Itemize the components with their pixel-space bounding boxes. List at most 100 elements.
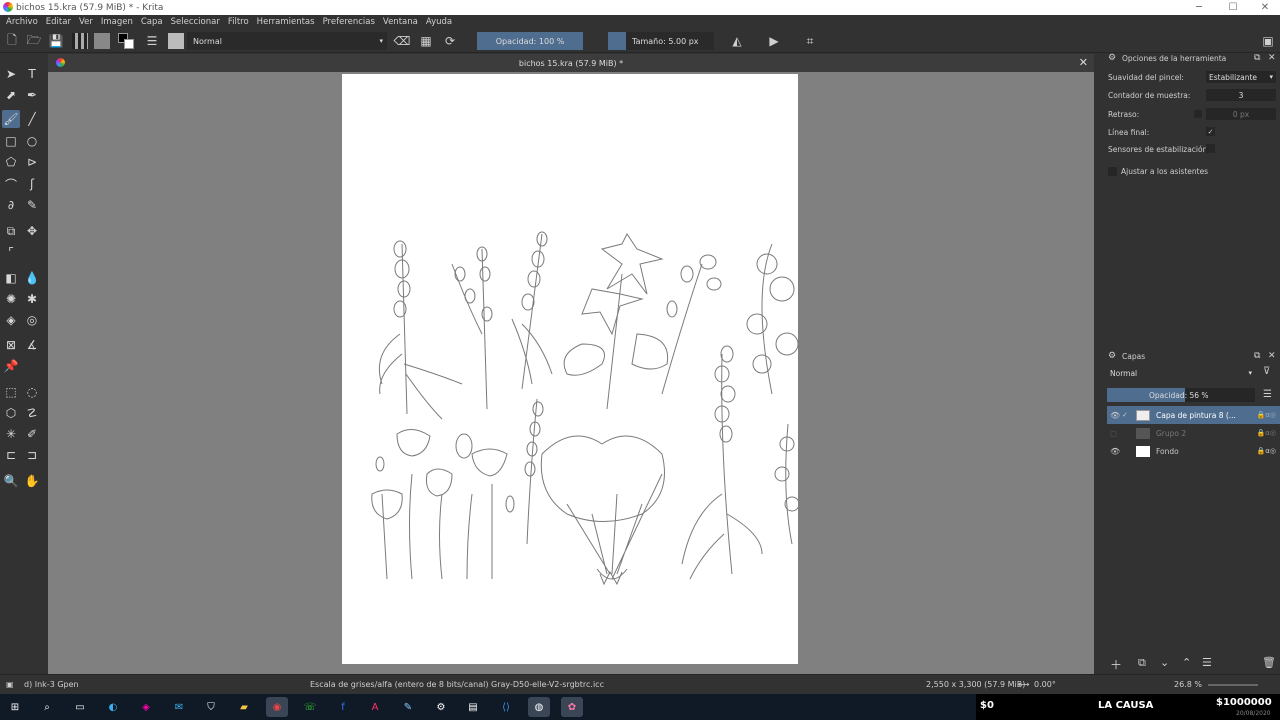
pan-tool-icon[interactable]: ✋ xyxy=(23,472,41,490)
windows-start-icon[interactable]: ⊞ xyxy=(4,697,26,717)
calligraphy-tool-icon[interactable]: ✒ xyxy=(23,86,41,104)
stabilizer-sensors-checkbox[interactable] xyxy=(1206,144,1215,153)
zoom-tool-icon[interactable]: 🔍 xyxy=(2,472,20,490)
snap-assistants-checkbox[interactable] xyxy=(1108,167,1117,176)
lock-icon[interactable]: 🔒α◎ xyxy=(1257,447,1276,455)
layer-blend-mode-select[interactable]: Normal ▾ xyxy=(1107,367,1255,379)
delete-layer-icon[interactable]: 🗑 xyxy=(1262,656,1276,669)
menu-capa[interactable]: Capa xyxy=(141,17,163,27)
polygonal-selection-tool-icon[interactable]: ⬡ xyxy=(2,404,20,422)
file-explorer-icon[interactable]: ▰ xyxy=(233,697,255,717)
layer-row[interactable]: 👁 Fondo 🔒α◎ xyxy=(1107,442,1280,460)
colorize-mask-tool-icon[interactable]: ✺ xyxy=(2,290,20,308)
search-icon[interactable]: ⌕ xyxy=(36,697,58,717)
mirror-vertical-icon[interactable]: ▶ xyxy=(766,33,782,49)
duplicate-layer-icon[interactable]: ⧉ xyxy=(1138,656,1146,670)
terminal-icon[interactable]: ▤ xyxy=(462,697,484,717)
menu-preferencias[interactable]: Preferencias xyxy=(323,17,375,27)
menu-ventana[interactable]: Ventana xyxy=(383,17,418,27)
layer-properties-icon[interactable]: ☰ xyxy=(1202,656,1212,669)
store-app-icon[interactable]: ⛉ xyxy=(200,697,222,717)
brush-preset-thumbnail-icon[interactable] xyxy=(168,33,184,49)
delay-input[interactable]: 0 px xyxy=(1206,108,1276,120)
lock-icon[interactable]: 🔒α◎ xyxy=(1257,429,1276,437)
multibrush-tool-icon[interactable]: ✎ xyxy=(23,196,41,214)
filter-icon[interactable]: ⊽ xyxy=(1263,366,1270,377)
move-layer-down-icon[interactable]: ⌄ xyxy=(1160,656,1169,669)
layer-row[interactable]: ◌ Grupo 2 🔒α◎ xyxy=(1107,424,1280,442)
close-window-button[interactable]: ✕ xyxy=(1248,0,1280,15)
opacity-slider[interactable]: Opacidad: 100 % xyxy=(477,32,583,50)
adobe-app-icon[interactable]: A xyxy=(364,697,386,717)
task-view-icon[interactable]: ▭ xyxy=(69,697,91,717)
open-folder-icon[interactable]: 🗁 xyxy=(26,33,42,49)
measure-tool-icon[interactable]: ∡ xyxy=(23,336,41,354)
select-shapes-tool-icon[interactable]: ➤ xyxy=(2,65,20,83)
polygon-tool-icon[interactable]: ⬠ xyxy=(2,153,20,171)
layer-opacity-slider[interactable]: Opacidad: 56 % xyxy=(1107,388,1255,402)
new-document-icon[interactable]: 🗋 xyxy=(4,33,20,49)
magnetic-selection-tool-icon[interactable]: ⊐ xyxy=(23,446,41,464)
assistant-tool-icon[interactable]: ⊠ xyxy=(2,336,20,354)
blend-mode-select[interactable]: Normal ▾ xyxy=(187,32,387,50)
layer-row[interactable]: 👁 ✓ Capa de pintura 8 (... 🔒α◎ xyxy=(1107,406,1280,424)
zoom-value[interactable]: 26.8 % xyxy=(1174,680,1202,689)
gradient-tool-icon[interactable]: ◧ xyxy=(2,269,20,287)
menu-editar[interactable]: Editar xyxy=(46,17,71,27)
close-document-icon[interactable]: ✕ xyxy=(1079,56,1088,69)
document-tab[interactable]: bichos 15.kra (57.9 MiB) * ✕ xyxy=(48,54,1094,72)
pattern-selector-icon[interactable] xyxy=(94,33,110,49)
menu-ver[interactable]: Ver xyxy=(79,17,93,27)
facebook-icon[interactable]: f xyxy=(332,697,354,717)
fill-tool-icon[interactable]: ◈ xyxy=(2,311,20,329)
polyline-tool-icon[interactable]: ⊳ xyxy=(23,153,41,171)
transform-tool-icon[interactable]: ⧉ xyxy=(2,222,20,240)
smoothing-select[interactable]: Estabilizante ▾ xyxy=(1206,71,1276,83)
dynamic-brush-tool-icon[interactable]: ∂ xyxy=(2,196,20,214)
add-layer-icon[interactable]: ＋ xyxy=(1110,656,1122,673)
finish-line-checkbox[interactable]: ✓ xyxy=(1206,127,1215,136)
similar-color-selection-tool-icon[interactable]: ✐ xyxy=(23,425,41,443)
visibility-eye-icon[interactable]: 👁 xyxy=(1110,447,1122,456)
whatsapp-icon[interactable]: ☏ xyxy=(299,697,321,717)
rectangular-selection-tool-icon[interactable]: ⬚ xyxy=(2,383,20,401)
text-tool-icon[interactable]: T xyxy=(23,65,41,83)
enclose-fill-tool-icon[interactable]: ◎ xyxy=(23,311,41,329)
brush-presets-icon[interactable]: ☰ xyxy=(144,33,160,49)
close-panel-icon[interactable]: ✕ xyxy=(1268,351,1276,361)
foreground-background-color-icon[interactable] xyxy=(118,33,134,49)
move-tool-icon[interactable]: ✥ xyxy=(23,222,41,240)
wrap-around-icon[interactable]: ⌗ xyxy=(802,33,818,49)
obs-icon[interactable]: ◍ xyxy=(528,697,550,717)
vscode-icon[interactable]: ⟨⟩ xyxy=(495,697,517,717)
lock-icon[interactable]: 🔒α◎ xyxy=(1257,411,1276,419)
document-canvas[interactable] xyxy=(342,74,798,664)
sample-count-input[interactable]: 3 xyxy=(1206,89,1276,101)
menu-archivo[interactable]: Archivo xyxy=(6,17,38,27)
photos-app-icon[interactable]: ◈ xyxy=(135,697,157,717)
menu-filtro[interactable]: Filtro xyxy=(228,17,249,27)
rectangle-tool-icon[interactable]: □ xyxy=(2,132,20,150)
reload-preset-icon[interactable]: ⟳ xyxy=(442,33,458,49)
maximize-button[interactable]: ☐ xyxy=(1216,0,1250,15)
menu-imagen[interactable]: Imagen xyxy=(101,17,133,27)
layer-selected-check-icon[interactable]: ✓ xyxy=(1122,411,1132,419)
rotation-value[interactable]: 0.00° xyxy=(1034,680,1056,689)
mail-app-icon[interactable]: ✉ xyxy=(168,697,190,717)
elliptical-selection-tool-icon[interactable]: ◌ xyxy=(23,383,41,401)
delay-checkbox[interactable] xyxy=(1194,110,1202,118)
krita-taskbar-icon[interactable]: ✿ xyxy=(561,697,583,717)
menu-seleccionar[interactable]: Seleccionar xyxy=(171,17,220,27)
edge-browser-icon[interactable]: ◐ xyxy=(102,697,124,717)
freehand-brush-tool-icon[interactable]: 🖌 xyxy=(2,110,20,128)
zoom-slider[interactable] xyxy=(1208,684,1258,686)
freehand-selection-tool-icon[interactable]: ☡ xyxy=(23,404,41,422)
size-slider[interactable]: Tamaño: 5.00 px xyxy=(608,32,714,50)
float-panel-icon[interactable]: ⧉ xyxy=(1254,351,1260,361)
color-picker-tool-icon[interactable]: 💧 xyxy=(23,269,41,287)
menu-herramientas[interactable]: Herramientas xyxy=(257,17,315,27)
mirror-horizontal-icon[interactable]: ◭ xyxy=(729,33,745,49)
smart-patch-tool-icon[interactable]: ✱ xyxy=(23,290,41,308)
settings-app-icon[interactable]: ⚙ xyxy=(430,697,452,717)
visibility-eye-icon[interactable]: 👁 xyxy=(1110,411,1122,420)
